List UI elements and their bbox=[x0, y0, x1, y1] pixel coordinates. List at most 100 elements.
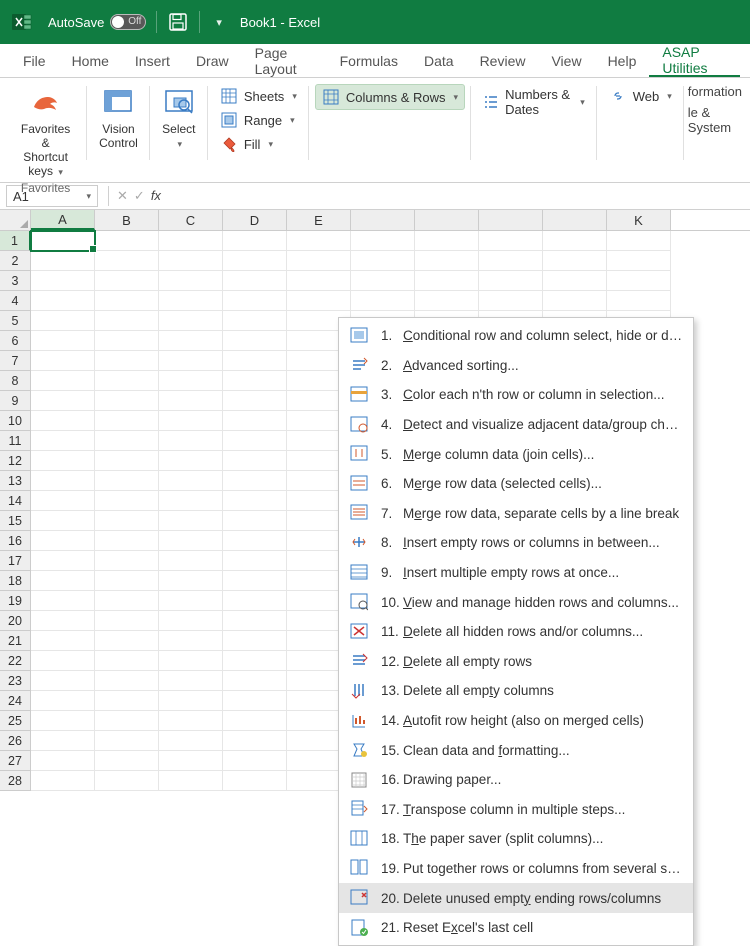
cell[interactable] bbox=[95, 611, 159, 631]
cell[interactable] bbox=[607, 291, 671, 311]
row-header[interactable]: 6 bbox=[0, 331, 31, 351]
cell[interactable] bbox=[223, 231, 287, 251]
cell[interactable] bbox=[351, 231, 415, 251]
cell[interactable] bbox=[95, 331, 159, 351]
menu-item-2[interactable]: 2.Advanced sorting... bbox=[339, 351, 693, 381]
row-header[interactable]: 23 bbox=[0, 671, 31, 691]
formula-input[interactable] bbox=[165, 185, 750, 207]
row-header[interactable]: 10 bbox=[0, 411, 31, 431]
menu-item-9[interactable]: 9.Insert multiple empty rows at once... bbox=[339, 558, 693, 588]
cell[interactable] bbox=[159, 511, 223, 531]
cell[interactable] bbox=[223, 651, 287, 671]
column-header[interactable]: A bbox=[31, 210, 95, 230]
cell[interactable] bbox=[223, 551, 287, 571]
cell[interactable] bbox=[31, 311, 95, 331]
cell[interactable] bbox=[223, 471, 287, 491]
cell[interactable] bbox=[159, 611, 223, 631]
cell[interactable] bbox=[159, 291, 223, 311]
cell[interactable] bbox=[159, 711, 223, 731]
cell[interactable] bbox=[31, 231, 95, 251]
cell[interactable] bbox=[95, 691, 159, 711]
menu-item-17[interactable]: 17.Transpose column in multiple steps... bbox=[339, 795, 693, 825]
cell[interactable] bbox=[159, 571, 223, 591]
row-header[interactable]: 18 bbox=[0, 571, 31, 591]
tab-draw[interactable]: Draw bbox=[183, 44, 242, 77]
cell[interactable] bbox=[31, 611, 95, 631]
menu-item-6[interactable]: 6.Merge row data (selected cells)... bbox=[339, 469, 693, 499]
cell[interactable] bbox=[159, 531, 223, 551]
tab-formulas[interactable]: Formulas bbox=[327, 44, 411, 77]
cell[interactable] bbox=[223, 611, 287, 631]
cell[interactable] bbox=[31, 291, 95, 311]
cell[interactable] bbox=[351, 271, 415, 291]
menu-item-7[interactable]: 7.Merge row data, separate cells by a li… bbox=[339, 499, 693, 529]
row-header[interactable]: 9 bbox=[0, 391, 31, 411]
cell[interactable] bbox=[95, 471, 159, 491]
range-button[interactable]: Range▾ bbox=[214, 108, 303, 132]
cell[interactable] bbox=[95, 651, 159, 671]
chevron-down-icon[interactable]: ▾ bbox=[86, 191, 91, 202]
cell[interactable] bbox=[159, 451, 223, 471]
cell[interactable] bbox=[223, 531, 287, 551]
row-header[interactable]: 26 bbox=[0, 731, 31, 751]
tab-page-layout[interactable]: Page Layout bbox=[242, 44, 327, 77]
menu-item-16[interactable]: 16.Drawing paper... bbox=[339, 765, 693, 795]
cell[interactable] bbox=[31, 591, 95, 611]
column-header[interactable]: C bbox=[159, 210, 223, 230]
cell[interactable] bbox=[31, 431, 95, 451]
column-header[interactable] bbox=[479, 210, 543, 230]
tab-help[interactable]: Help bbox=[595, 44, 650, 77]
cell[interactable] bbox=[159, 431, 223, 451]
cell[interactable] bbox=[159, 231, 223, 251]
cell[interactable] bbox=[223, 511, 287, 531]
cell[interactable] bbox=[287, 271, 351, 291]
cell[interactable] bbox=[223, 571, 287, 591]
menu-item-12[interactable]: 12.Delete all empty rows bbox=[339, 647, 693, 677]
menu-item-11[interactable]: 11.Delete all hidden rows and/or columns… bbox=[339, 617, 693, 647]
column-header[interactable] bbox=[351, 210, 415, 230]
column-header[interactable]: E bbox=[287, 210, 351, 230]
row-header[interactable]: 8 bbox=[0, 371, 31, 391]
tab-file[interactable]: File bbox=[10, 44, 59, 77]
cell[interactable] bbox=[543, 251, 607, 271]
cell[interactable] bbox=[159, 311, 223, 331]
cell[interactable] bbox=[95, 231, 159, 251]
tab-review[interactable]: Review bbox=[467, 44, 539, 77]
menu-item-15[interactable]: 15.Clean data and formatting... bbox=[339, 735, 693, 765]
row-header[interactable]: 28 bbox=[0, 771, 31, 791]
columns-rows-button[interactable]: Columns & Rows▾ bbox=[315, 84, 465, 110]
cell[interactable] bbox=[95, 271, 159, 291]
menu-item-5[interactable]: 5.Merge column data (join cells)... bbox=[339, 439, 693, 469]
vision-control-button[interactable]: VisionControl bbox=[93, 84, 144, 152]
row-header[interactable]: 25 bbox=[0, 711, 31, 731]
toggle-switch[interactable]: Off bbox=[110, 14, 146, 30]
row-header[interactable]: 21 bbox=[0, 631, 31, 651]
cell[interactable] bbox=[223, 691, 287, 711]
menu-item-1[interactable]: 1.Conditional row and column select, hid… bbox=[339, 321, 693, 351]
row-header[interactable]: 16 bbox=[0, 531, 31, 551]
fill-button[interactable]: Fill▾ bbox=[214, 132, 303, 156]
cell[interactable] bbox=[223, 351, 287, 371]
cell[interactable] bbox=[223, 391, 287, 411]
cell[interactable] bbox=[31, 371, 95, 391]
cell[interactable] bbox=[31, 551, 95, 571]
cell[interactable] bbox=[95, 511, 159, 531]
cell[interactable] bbox=[31, 471, 95, 491]
tab-asap-utilities[interactable]: ASAP Utilities bbox=[649, 44, 740, 77]
cell[interactable] bbox=[223, 331, 287, 351]
cell[interactable] bbox=[159, 751, 223, 771]
cell[interactable] bbox=[351, 291, 415, 311]
column-header[interactable] bbox=[543, 210, 607, 230]
cell[interactable] bbox=[31, 651, 95, 671]
column-header[interactable]: B bbox=[95, 210, 159, 230]
cell[interactable] bbox=[159, 271, 223, 291]
row-header[interactable]: 14 bbox=[0, 491, 31, 511]
cell[interactable] bbox=[479, 251, 543, 271]
cell[interactable] bbox=[31, 731, 95, 751]
favorites-button[interactable]: Favorites &Shortcut keys ▾ bbox=[10, 84, 81, 181]
cell[interactable] bbox=[95, 571, 159, 591]
cancel-formula-icon[interactable]: ✕ bbox=[117, 188, 128, 204]
column-header[interactable] bbox=[415, 210, 479, 230]
row-header[interactable]: 1 bbox=[0, 231, 31, 251]
cell[interactable] bbox=[543, 271, 607, 291]
